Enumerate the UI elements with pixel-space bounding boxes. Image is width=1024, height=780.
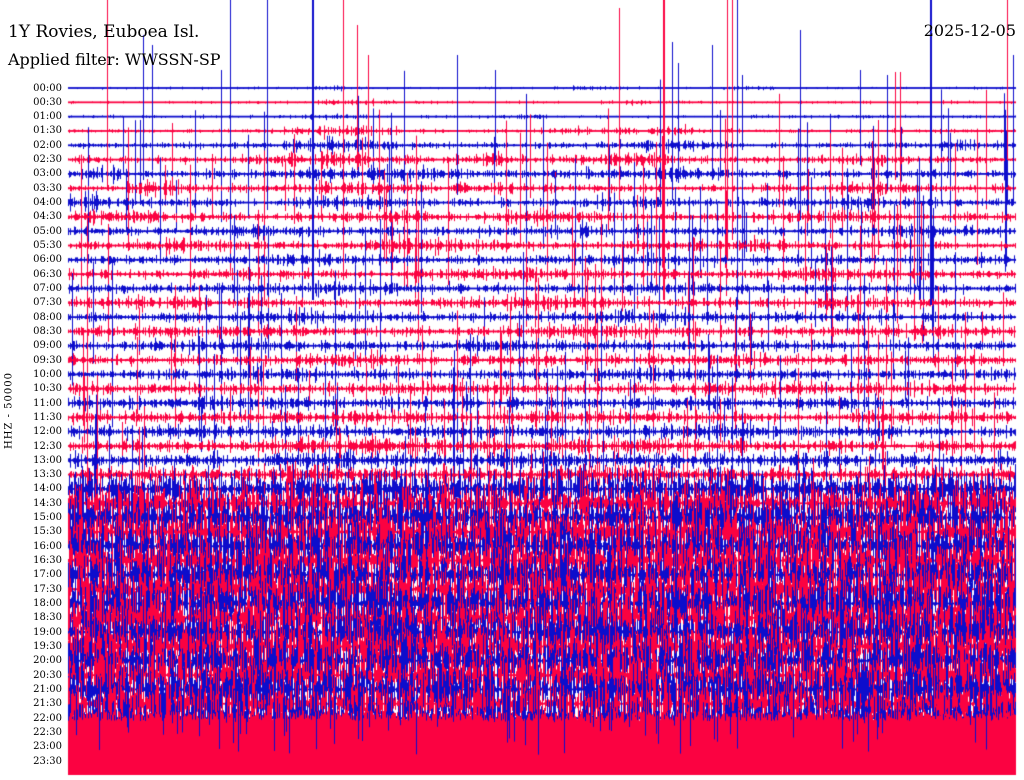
time-label: 13:30 xyxy=(33,469,62,481)
time-label: 07:30 xyxy=(33,297,62,309)
time-label: 22:00 xyxy=(33,712,62,724)
time-label: 01:00 xyxy=(33,111,62,123)
time-label: 13:00 xyxy=(33,454,62,466)
time-label: 15:30 xyxy=(33,526,62,538)
station-title: 1Y Rovies, Euboea Isl. xyxy=(8,22,200,42)
time-label: 03:30 xyxy=(33,182,62,194)
time-label: 19:00 xyxy=(33,626,62,638)
time-label: 09:00 xyxy=(33,340,62,352)
time-label: 17:00 xyxy=(33,569,62,581)
time-label: 00:30 xyxy=(33,96,62,108)
time-label: 10:00 xyxy=(33,368,62,380)
time-label: 12:30 xyxy=(33,440,62,452)
time-label: 21:00 xyxy=(33,683,62,695)
time-label: 08:00 xyxy=(33,311,62,323)
time-label: 08:30 xyxy=(33,325,62,337)
time-label: 11:00 xyxy=(33,397,62,409)
time-label: 17:30 xyxy=(33,583,62,595)
time-label: 04:00 xyxy=(33,197,62,209)
time-label: 21:30 xyxy=(33,698,62,710)
time-label: 11:30 xyxy=(33,411,62,423)
time-label: 07:00 xyxy=(33,282,62,294)
seismogram-canvas xyxy=(0,0,1024,780)
filter-label: Applied filter: WWSSN-SP xyxy=(8,50,221,69)
time-label: 10:30 xyxy=(33,383,62,395)
time-label: 14:00 xyxy=(33,483,62,495)
time-label: 05:00 xyxy=(33,225,62,237)
time-label: 18:30 xyxy=(33,612,62,624)
time-label: 23:30 xyxy=(33,755,62,767)
time-label: 15:00 xyxy=(33,512,62,524)
time-label: 23:00 xyxy=(33,741,62,753)
time-label: 18:00 xyxy=(33,598,62,610)
time-label: 06:30 xyxy=(33,268,62,280)
time-label: 03:00 xyxy=(33,168,62,180)
time-label: 01:30 xyxy=(33,125,62,137)
time-label: 12:00 xyxy=(33,426,62,438)
time-label: 14:30 xyxy=(33,497,62,509)
helicorder-page: 1Y Rovies, Euboea Isl. Applied filter: W… xyxy=(0,0,1024,780)
time-label: 09:30 xyxy=(33,354,62,366)
time-label: 16:00 xyxy=(33,540,62,552)
time-label: 05:30 xyxy=(33,240,62,252)
time-label: 22:30 xyxy=(33,726,62,738)
time-label: 06:00 xyxy=(33,254,62,266)
time-label: 16:30 xyxy=(33,555,62,567)
time-label: 19:30 xyxy=(33,640,62,652)
time-label: 20:30 xyxy=(33,669,62,681)
time-label: 02:30 xyxy=(33,154,62,166)
time-label: 20:00 xyxy=(33,655,62,667)
time-label: 00:00 xyxy=(33,82,62,94)
time-label: 04:30 xyxy=(33,211,62,223)
time-label: 02:00 xyxy=(33,139,62,151)
date-label: 2025-12-05 xyxy=(923,21,1016,40)
